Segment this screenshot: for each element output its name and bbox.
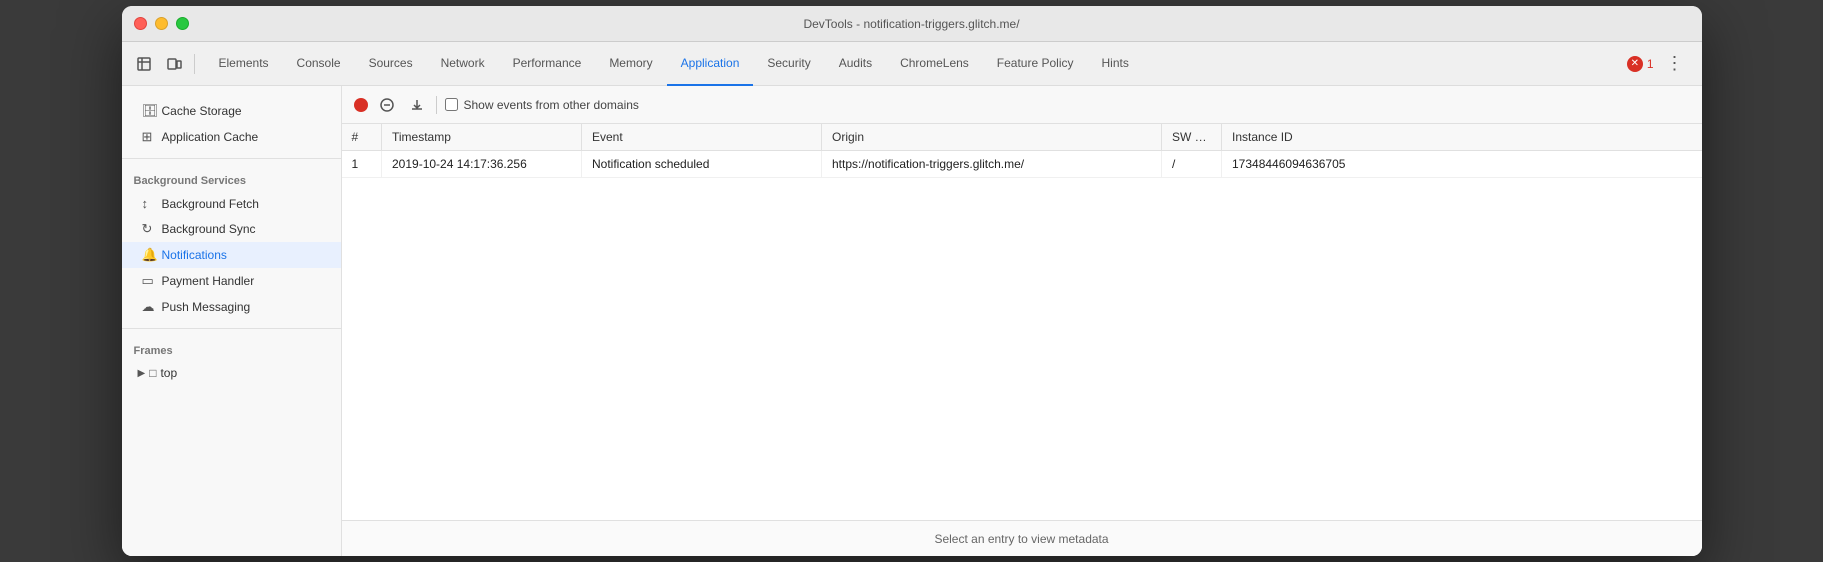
maximize-button[interactable]	[176, 17, 189, 30]
tab-bar: Elements Console Sources Network Perform…	[201, 42, 1625, 86]
cell-instance-id: 17348446094636705	[1222, 151, 1702, 178]
payment-handler-icon: ▭	[142, 273, 156, 289]
window-title: DevTools - notification-triggers.glitch.…	[803, 17, 1019, 31]
table-row[interactable]: 1 2019-10-24 14:17:36.256 Notification s…	[342, 151, 1702, 178]
background-fetch-icon: ↕	[142, 196, 156, 211]
frames-label: Frames	[122, 337, 341, 361]
tab-application[interactable]: Application	[667, 42, 754, 86]
minimize-button[interactable]	[155, 17, 168, 30]
sidebar-item-application-cache[interactable]: ⊞ Application Cache	[122, 124, 341, 150]
error-icon: ✕	[1627, 56, 1643, 72]
sidebar-divider-2	[122, 328, 341, 329]
cell-sw: /	[1162, 151, 1222, 178]
background-services-section: Background Services ↕ Background Fetch ↻…	[122, 163, 341, 324]
col-header-num: #	[342, 124, 382, 151]
col-header-origin: Origin	[822, 124, 1162, 151]
tab-memory[interactable]: Memory	[595, 42, 666, 86]
sidebar-item-push-messaging[interactable]: ☁ Push Messaging	[122, 294, 341, 320]
tab-console[interactable]: Console	[283, 42, 355, 86]
error-badge[interactable]: ✕ 1	[1627, 56, 1654, 72]
col-header-event: Event	[582, 124, 822, 151]
tab-elements[interactable]: Elements	[205, 42, 283, 86]
events-table-wrapper: # Timestamp Event Origin SW … Instance I…	[342, 124, 1702, 520]
devtools-window: DevTools - notification-triggers.glitch.…	[122, 6, 1702, 556]
traffic-lights	[134, 17, 189, 30]
panel-toolbar-separator	[436, 96, 437, 114]
tab-chromelens[interactable]: ChromeLens	[886, 42, 983, 86]
application-cache-icon: ⊞	[142, 129, 156, 145]
sidebar-item-cache-storage-label: Cache Storage	[162, 104, 242, 118]
titlebar: DevTools - notification-triggers.glitch.…	[122, 6, 1702, 42]
status-bar: Select an entry to view metadata	[342, 520, 1702, 556]
sidebar-item-top-frame[interactable]: ▶ □ top	[122, 361, 341, 385]
tab-network[interactable]: Network	[427, 42, 499, 86]
sidebar-item-push-messaging-label: Push Messaging	[162, 300, 251, 314]
sidebar-item-background-sync-label: Background Sync	[162, 222, 256, 236]
col-header-instance: Instance ID	[1222, 124, 1702, 151]
table-header-row: # Timestamp Event Origin SW … Instance I…	[342, 124, 1702, 151]
storage-section: 🗄 Cache Storage ⊞ Application Cache	[122, 94, 341, 154]
cell-event: Notification scheduled	[582, 151, 822, 178]
frame-folder-icon: □	[149, 366, 156, 380]
cell-timestamp: 2019-10-24 14:17:36.256	[382, 151, 582, 178]
sidebar-item-payment-handler[interactable]: ▭ Payment Handler	[122, 268, 341, 294]
cache-storage-icon: 🗄	[142, 103, 156, 119]
status-text: Select an entry to view metadata	[934, 532, 1108, 546]
tab-feature-policy[interactable]: Feature Policy	[983, 42, 1088, 86]
events-table: # Timestamp Event Origin SW … Instance I…	[342, 124, 1702, 178]
frame-arrow-icon: ▶	[138, 368, 146, 379]
record-button[interactable]	[354, 98, 368, 112]
col-header-timestamp: Timestamp	[382, 124, 582, 151]
sidebar-item-background-fetch[interactable]: ↕ Background Fetch	[122, 191, 341, 216]
cell-num: 1	[342, 151, 382, 178]
tab-security[interactable]: Security	[753, 42, 824, 86]
toolbar-separator	[194, 54, 195, 74]
main-content: 🗄 Cache Storage ⊞ Application Cache Back…	[122, 86, 1702, 556]
background-services-label: Background Services	[122, 167, 341, 191]
frames-section: Frames ▶ □ top	[122, 333, 341, 389]
main-toolbar: Elements Console Sources Network Perform…	[122, 42, 1702, 86]
main-panel: Show events from other domains # Timesta…	[342, 86, 1702, 556]
col-header-sw: SW …	[1162, 124, 1222, 151]
toolbar-right: ✕ 1 ⋮	[1627, 51, 1694, 76]
sidebar-item-application-cache-label: Application Cache	[162, 130, 259, 144]
show-other-domains-checkbox[interactable]	[445, 98, 458, 111]
sidebar-item-background-sync[interactable]: ↻ Background Sync	[122, 216, 341, 242]
sidebar-item-cache-storage[interactable]: 🗄 Cache Storage	[122, 98, 341, 124]
more-options-button[interactable]: ⋮	[1660, 51, 1690, 76]
sidebar-divider-1	[122, 158, 341, 159]
panel-toolbar: Show events from other domains	[342, 86, 1702, 124]
sidebar-item-payment-handler-label: Payment Handler	[162, 274, 255, 288]
tab-performance[interactable]: Performance	[499, 42, 596, 86]
inspect-element-button[interactable]	[130, 50, 158, 78]
tab-hints[interactable]: Hints	[1088, 42, 1143, 86]
background-sync-icon: ↻	[142, 221, 156, 237]
show-other-domains-label: Show events from other domains	[464, 98, 639, 112]
frame-top-label: top	[160, 366, 177, 380]
tab-audits[interactable]: Audits	[825, 42, 886, 86]
sidebar-item-background-fetch-label: Background Fetch	[162, 197, 259, 211]
device-toolbar-button[interactable]	[160, 50, 188, 78]
clear-button[interactable]	[376, 94, 398, 116]
tab-sources[interactable]: Sources	[355, 42, 427, 86]
download-button[interactable]	[406, 94, 428, 116]
notifications-icon: 🔔	[142, 247, 156, 263]
sidebar: 🗄 Cache Storage ⊞ Application Cache Back…	[122, 86, 342, 556]
error-count: 1	[1647, 57, 1654, 71]
sidebar-item-notifications-label: Notifications	[162, 248, 227, 262]
close-button[interactable]	[134, 17, 147, 30]
cell-origin: https://notification-triggers.glitch.me/	[822, 151, 1162, 178]
sidebar-item-notifications[interactable]: 🔔 Notifications	[122, 242, 341, 268]
show-other-domains-checkbox-label[interactable]: Show events from other domains	[445, 98, 639, 112]
push-messaging-icon: ☁	[142, 299, 156, 315]
